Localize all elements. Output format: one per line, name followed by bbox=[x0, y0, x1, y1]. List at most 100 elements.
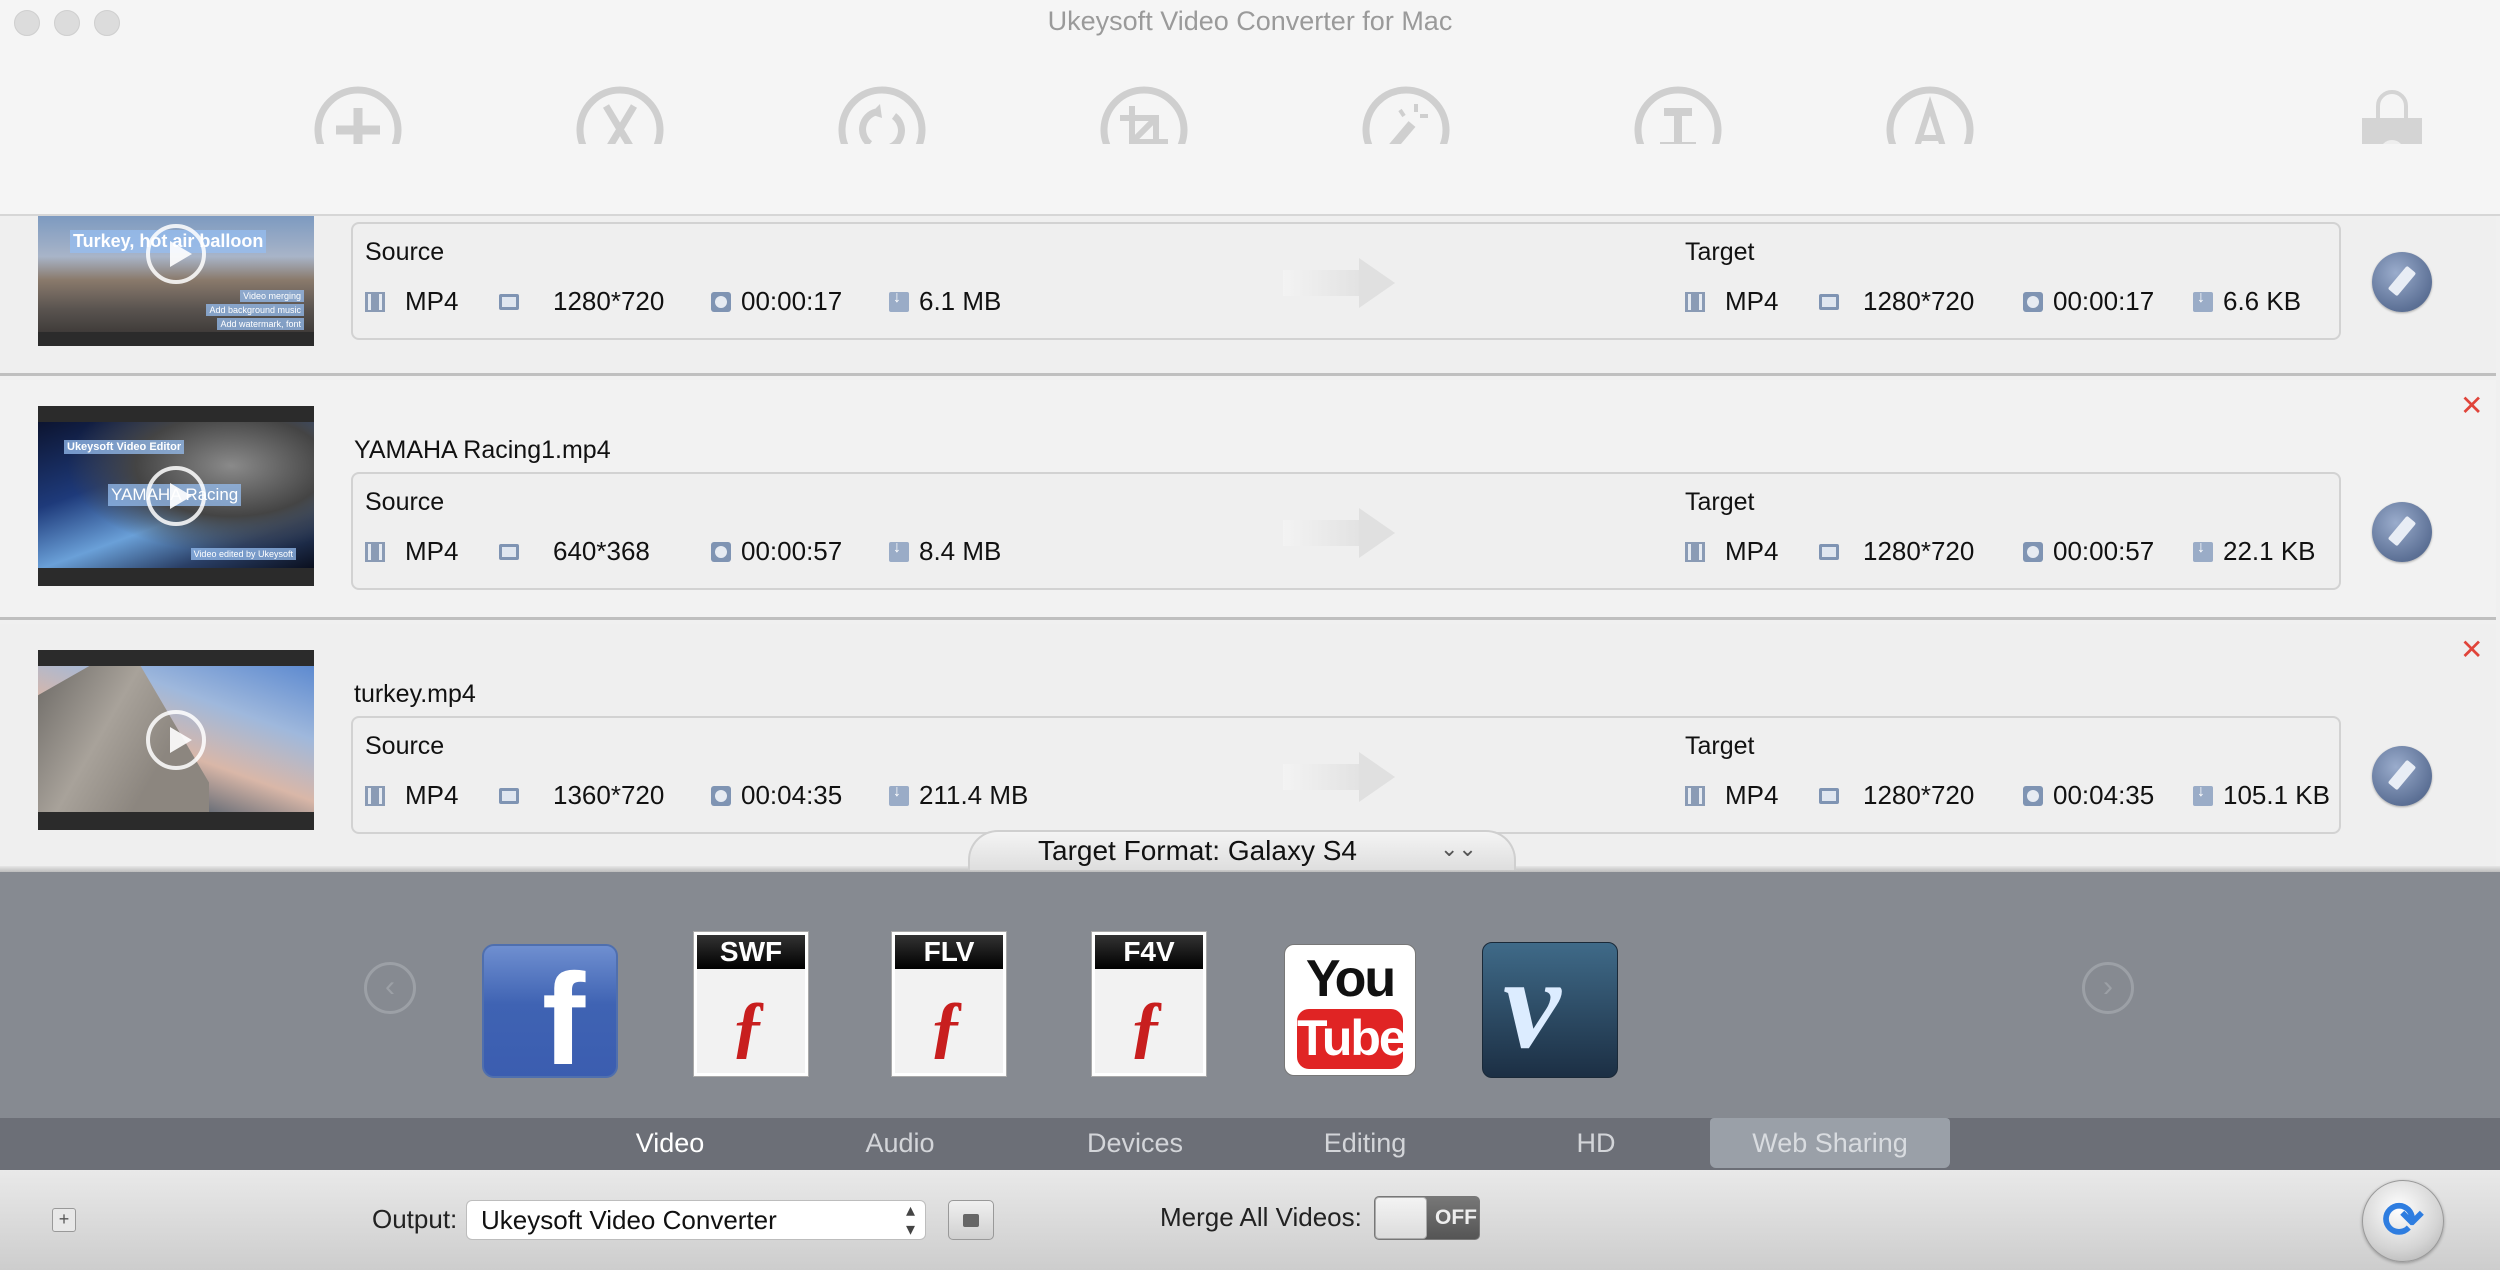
merge-label: Merge All Videos: bbox=[1160, 1202, 1362, 1232]
window-title: Ukeysoft Video Converter for Mac bbox=[1047, 6, 1453, 36]
source-format: MP4 bbox=[405, 286, 459, 316]
monitor-icon bbox=[499, 787, 519, 804]
scissors-icon bbox=[576, 86, 664, 144]
format-flv-label: FLV bbox=[895, 935, 1003, 969]
target-format-toggle[interactable]: Target Format: Galaxy S4 ⌄⌄ bbox=[968, 830, 1516, 870]
file-name: YAMAHA Racing1.mp4 bbox=[354, 436, 611, 464]
target-meta: MP4 1280*720 00:04:35 105.1 KB bbox=[1685, 780, 2330, 811]
file-name: turkey.mp4 bbox=[354, 680, 476, 708]
edit-output-button[interactable] bbox=[2372, 252, 2432, 312]
category-tabs: Video Audio Devices Editing HD Web Shari… bbox=[0, 1118, 2500, 1170]
output-folder-select[interactable]: Ukeysoft Video Converter ▴ ▾ bbox=[466, 1200, 926, 1240]
target-format: MP4 bbox=[1725, 536, 1779, 566]
target-size: 22.1 KB bbox=[2223, 536, 2316, 566]
convert-button[interactable]: ⟳ bbox=[2362, 1180, 2444, 1262]
tab-editing[interactable]: Editing bbox=[1300, 1118, 1430, 1168]
crop-button[interactable] bbox=[1098, 84, 1190, 144]
tab-video[interactable]: Video bbox=[610, 1118, 730, 1168]
tab-audio[interactable]: Audio bbox=[840, 1118, 960, 1168]
tab-hd[interactable]: HD bbox=[1546, 1118, 1646, 1168]
open-folder-button[interactable] bbox=[948, 1200, 994, 1240]
play-icon[interactable] bbox=[146, 466, 206, 526]
video-thumbnail[interactable]: Turkey, hot air balloon Video merging Ad… bbox=[38, 216, 314, 346]
subtitle-button[interactable] bbox=[1884, 84, 1976, 144]
film-icon bbox=[365, 785, 385, 806]
trim-button[interactable] bbox=[574, 84, 666, 144]
film-icon bbox=[1685, 785, 1705, 806]
tab-devices[interactable]: Devices bbox=[1070, 1118, 1200, 1168]
target-size: 6.6 KB bbox=[2223, 286, 2302, 316]
format-youtube[interactable]: You Tube bbox=[1284, 944, 1416, 1076]
format-facebook[interactable]: f bbox=[482, 944, 618, 1084]
watermark-button[interactable] bbox=[1632, 84, 1724, 144]
target-meta: MP4 1280*720 00:00:57 22.1 KB bbox=[1685, 536, 2316, 567]
monitor-icon bbox=[1819, 543, 1839, 560]
source-duration: 00:04:35 bbox=[741, 780, 843, 810]
format-gallery: ‹ f SWF ƒ FLV ƒ F4V ƒ You Tube v › bbox=[0, 872, 2500, 1118]
clock-icon bbox=[2023, 291, 2043, 312]
format-flv[interactable]: FLV ƒ bbox=[892, 932, 1006, 1076]
target-size: 105.1 KB bbox=[2223, 780, 2330, 810]
target-meta: MP4 1280*720 00:00:17 6.6 KB bbox=[1685, 286, 2301, 317]
tab-web-sharing[interactable]: Web Sharing bbox=[1710, 1118, 1950, 1168]
target-resolution: 1280*720 bbox=[1863, 286, 1975, 316]
effect-button[interactable] bbox=[1360, 84, 1452, 144]
target-label: Target bbox=[1685, 488, 1755, 516]
updown-chevron-icon: ▴ ▾ bbox=[905, 1200, 915, 1239]
file-row[interactable]: Ukeysoft Video Editor YAMAHA Racing Vide… bbox=[0, 380, 2496, 620]
vimeo-icon: v bbox=[1503, 932, 1561, 1076]
remove-file-button[interactable]: ✕ bbox=[2460, 392, 2483, 420]
conversion-info: Source MP4 1280*720 00:00:17 6.1 MB Targ… bbox=[351, 222, 2341, 340]
film-icon bbox=[365, 291, 385, 312]
flash-icon: ƒ bbox=[731, 988, 766, 1065]
rotate-button[interactable] bbox=[836, 84, 928, 144]
file-size-icon bbox=[2193, 289, 2213, 312]
thumbnail-note: Add watermark, font bbox=[217, 318, 304, 330]
gallery-next-button[interactable]: › bbox=[2082, 962, 2134, 1014]
source-size: 211.4 MB bbox=[919, 780, 1029, 810]
add-video-button[interactable] bbox=[312, 84, 404, 144]
convert-icon: ⟳ bbox=[2382, 1192, 2424, 1248]
plus-circle-icon bbox=[314, 86, 402, 144]
crop-icon bbox=[1100, 86, 1188, 144]
add-button[interactable]: + bbox=[52, 1208, 76, 1232]
edit-output-button[interactable] bbox=[2372, 746, 2432, 806]
target-format: MP4 bbox=[1725, 780, 1779, 810]
source-meta: MP4 1360*720 00:04:35 211.4 MB bbox=[365, 780, 1028, 811]
flash-icon: ƒ bbox=[1129, 988, 1164, 1065]
monitor-icon bbox=[499, 543, 519, 560]
video-thumbnail[interactable] bbox=[38, 650, 314, 830]
convert-arrow-icon bbox=[1283, 258, 1403, 308]
format-f4v[interactable]: F4V ƒ bbox=[1092, 932, 1206, 1076]
store-button[interactable] bbox=[2346, 84, 2426, 144]
edit-output-button[interactable] bbox=[2372, 502, 2432, 562]
source-format: MP4 bbox=[405, 536, 459, 566]
source-format: MP4 bbox=[405, 780, 459, 810]
target-resolution: 1280*720 bbox=[1863, 536, 1975, 566]
thumbnail-note: Add background music bbox=[206, 304, 304, 316]
target-duration: 00:04:35 bbox=[2053, 780, 2155, 810]
remove-file-button[interactable]: ✕ bbox=[2460, 636, 2483, 664]
video-thumbnail[interactable]: Ukeysoft Video Editor YAMAHA Racing Vide… bbox=[38, 406, 314, 586]
file-row[interactable]: Turkey, hot air balloon Video merging Ad… bbox=[0, 216, 2496, 376]
source-label: Source bbox=[365, 238, 445, 266]
convert-arrow-icon bbox=[1283, 508, 1403, 558]
format-swf[interactable]: SWF ƒ bbox=[694, 932, 808, 1076]
gallery-prev-button[interactable]: ‹ bbox=[364, 962, 416, 1014]
thumbnail-note: Video merging bbox=[240, 290, 304, 302]
source-resolution: 1360*720 bbox=[553, 780, 665, 810]
format-swf-label: SWF bbox=[697, 935, 805, 969]
source-duration: 00:00:57 bbox=[741, 536, 843, 566]
film-icon bbox=[1685, 291, 1705, 312]
format-vimeo[interactable]: v bbox=[1482, 932, 1618, 1078]
merge-toggle[interactable]: OFF bbox=[1374, 1196, 1480, 1240]
rotate-icon bbox=[838, 86, 926, 144]
play-icon[interactable] bbox=[146, 224, 206, 284]
output-folder-value: Ukeysoft Video Converter bbox=[481, 1205, 777, 1235]
output-label: Output: bbox=[372, 1204, 458, 1234]
conversion-info: Source MP4 1360*720 00:04:35 211.4 MB Ta… bbox=[351, 716, 2341, 834]
play-icon[interactable] bbox=[146, 710, 206, 770]
double-chevron-down-icon: ⌄⌄ bbox=[1440, 836, 1477, 861]
clock-icon bbox=[711, 291, 731, 312]
letter-a-icon bbox=[1886, 86, 1974, 144]
